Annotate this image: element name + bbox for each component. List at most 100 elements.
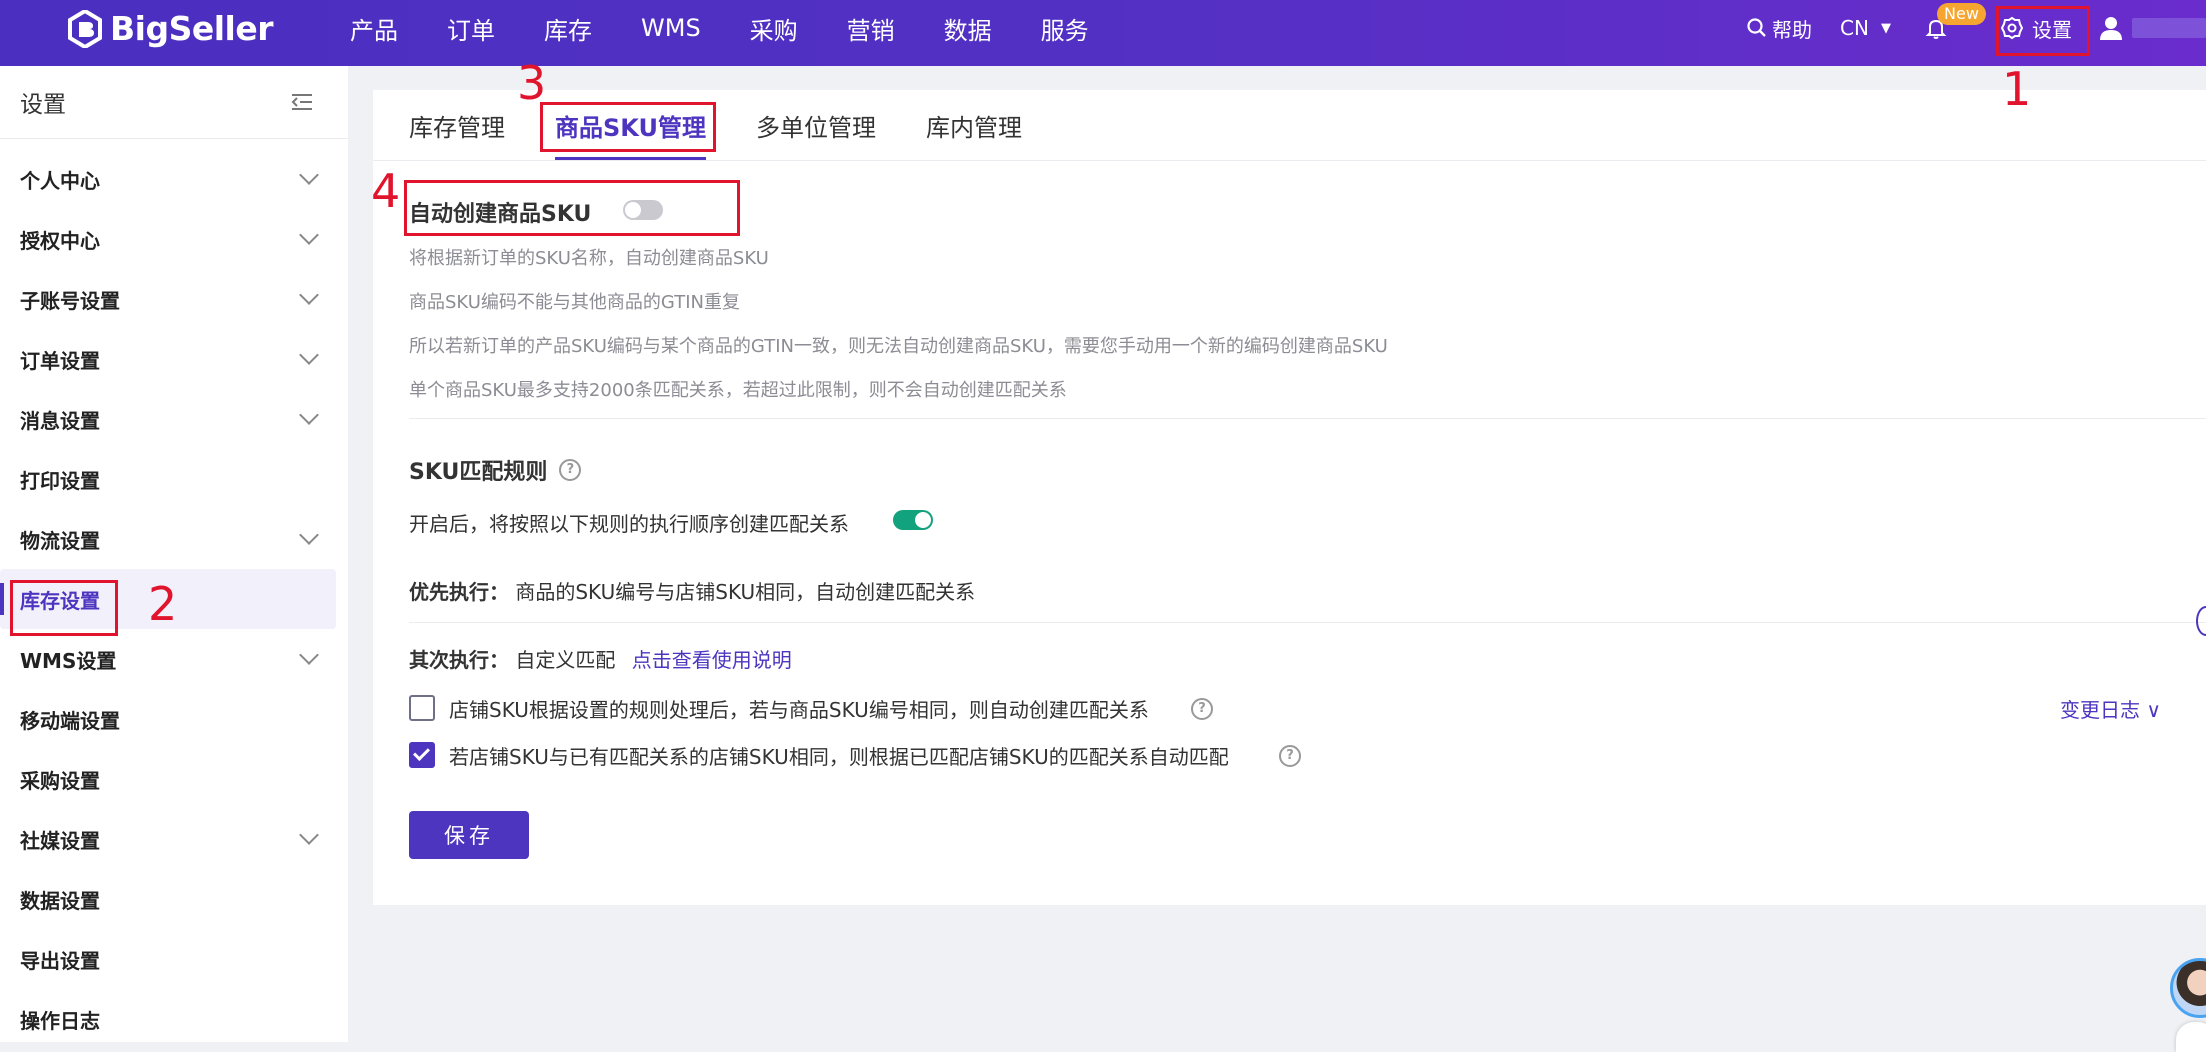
sidebar-item-export-settings[interactable]: 导出设置 (0, 929, 348, 989)
sidebar-item-label: 导出设置 (20, 948, 100, 973)
sidebar-item-social-settings[interactable]: 社媒设置 (0, 809, 348, 869)
support-avatar[interactable] (2170, 958, 2206, 1018)
chat-widget[interactable] (2176, 1022, 2206, 1052)
sidebar-item-personal-center[interactable]: 个人中心 (0, 149, 348, 209)
auto-create-desc-3: 所以若新订单的产品SKU编码与某个商品的GTIN一致，则无法自动创建商品SKU，… (409, 336, 1388, 357)
bigseller-logo-icon (68, 9, 102, 48)
annotation-box-1 (1996, 6, 2090, 56)
help-circle-icon[interactable]: ? (1279, 745, 1301, 767)
sidebar-item-label: 订单设置 (20, 348, 100, 373)
changelog-label: 变更日志 (2060, 698, 2140, 722)
sidebar-item-label: 采购设置 (20, 768, 100, 793)
sidebar-item-logistics-settings[interactable]: 物流设置 (0, 509, 348, 569)
brand-name: BigSeller (110, 9, 274, 48)
chevron-down-icon (299, 345, 319, 365)
match-rules-enable-text: 开启后，将按照以下规则的执行顺序创建匹配关系 (409, 512, 849, 536)
sidebar-item-sub-accounts[interactable]: 子账号设置 (0, 269, 348, 329)
settings-sidebar: 设置 个人中心 授权中心 子账号设置 订单设置 消息设置 打印设置 物流设置 库… (0, 66, 348, 1042)
chevron-down-icon (299, 285, 319, 305)
rule-option-checkbox-1[interactable] (409, 695, 435, 721)
annotation-number-1: 1 (2002, 62, 2032, 116)
sidebar-item-operation-log[interactable]: 操作日志 (0, 989, 348, 1049)
sidebar-item-data-settings[interactable]: 数据设置 (0, 869, 348, 929)
help-circle-icon[interactable]: ? (1191, 698, 1213, 720)
sidebar-header: 设置 (0, 66, 348, 139)
sku-match-rules-header: SKU匹配规则 ? (409, 454, 582, 486)
sidebar-item-mobile-settings[interactable]: 移动端设置 (0, 689, 348, 749)
priority-rule-row: 优先执行： 商品的SKU编号与店铺SKU相同，自动创建匹配关系 (409, 576, 975, 605)
match-rules-toggle[interactable] (893, 510, 933, 530)
nav-item-inventory[interactable]: 库存 (544, 11, 592, 46)
help-label: 帮助 (1772, 17, 1812, 42)
rule-option-label-2: 若店铺SKU与已有匹配关系的店铺SKU相同，则根据已匹配店铺SKU的匹配关系自动… (449, 745, 1229, 769)
auto-create-desc-2: 商品SKU编码不能与其他商品的GTIN重复 (409, 292, 740, 313)
priority-label: 优先执行： (409, 580, 509, 604)
tab-inventory-management[interactable]: 库存管理 (409, 90, 505, 160)
user-menu[interactable] (2098, 0, 2124, 56)
nav-item-purchase[interactable]: 采购 (750, 11, 798, 46)
changelog-link[interactable]: 变更日志 ∨ (2060, 694, 2161, 723)
chevron-down-icon (299, 825, 319, 845)
tabs-divider (373, 160, 2206, 161)
rule-option-checkbox-2[interactable] (409, 742, 435, 768)
help-circle-icon[interactable]: ? (559, 459, 582, 481)
language-value: CN (1840, 16, 1869, 40)
sidebar-item-label: 消息设置 (20, 408, 100, 433)
sidebar-item-label: 子账号设置 (20, 288, 120, 313)
secondary-text: 自定义匹配 (515, 648, 616, 672)
auto-create-desc-1: 将根据新订单的SKU名称，自动创建商品SKU (409, 248, 769, 269)
user-name-redacted (2132, 18, 2206, 38)
collapse-menu-icon[interactable] (290, 92, 314, 112)
sidebar-item-message-settings[interactable]: 消息设置 (0, 389, 348, 449)
save-button[interactable]: 保存 (409, 811, 529, 859)
auto-create-desc-4: 单个商品SKU最多支持2000条匹配关系，若超过此限制，则不会自动创建匹配关系 (409, 380, 1067, 401)
sidebar-title: 设置 (20, 92, 66, 118)
chevron-down-icon (299, 165, 319, 185)
rule-divider (409, 622, 2206, 623)
nav-item-orders[interactable]: 订单 (447, 11, 495, 46)
user-icon (2100, 17, 2122, 40)
annotation-number-4: 4 (371, 164, 401, 218)
nav-item-service[interactable]: 服务 (1041, 11, 1089, 46)
sidebar-item-label: 移动端设置 (20, 708, 120, 733)
nav-item-marketing[interactable]: 营销 (847, 11, 895, 46)
sidebar-item-label: 个人中心 (20, 168, 100, 193)
sidebar-item-label: 社媒设置 (20, 828, 100, 853)
chevron-down-icon (299, 525, 319, 545)
priority-text: 商品的SKU编号与店铺SKU相同，自动创建匹配关系 (515, 580, 976, 604)
help-link[interactable]: 帮助 (1746, 0, 1812, 56)
chevron-down-icon (299, 645, 319, 665)
annotation-number-2: 2 (148, 577, 178, 631)
sidebar-item-order-settings[interactable]: 订单设置 (0, 329, 348, 389)
sidebar-item-wms-settings[interactable]: WMS设置 (0, 629, 348, 689)
sidebar-item-label: 操作日志 (20, 1008, 100, 1033)
main-nav: 产品 订单 库存 WMS 采购 营销 数据 服务 (350, 0, 1138, 56)
section-divider (409, 418, 2206, 419)
sidebar-item-label: 授权中心 (20, 228, 100, 253)
tab-multi-unit-management[interactable]: 多单位管理 (756, 90, 876, 160)
rule-option-label-1: 店铺SKU根据设置的规则处理后，若与商品SKU编号相同，则自动创建匹配关系 (449, 698, 1149, 722)
chevron-down-icon (299, 405, 319, 425)
language-select[interactable]: CN ▼ (1840, 0, 1891, 56)
annotation-box-4 (404, 180, 740, 236)
logo[interactable]: BigSeller (68, 9, 274, 48)
toggle-knob (915, 512, 931, 528)
nav-item-data[interactable]: 数据 (944, 11, 992, 46)
nav-item-products[interactable]: 产品 (350, 11, 398, 46)
caret-down-icon: ▼ (1880, 20, 1891, 36)
new-badge: New (1937, 3, 1986, 25)
usage-guide-link[interactable]: 点击查看使用说明 (632, 648, 792, 672)
sidebar-item-purchase-settings[interactable]: 采购设置 (0, 749, 348, 809)
secondary-rule-row: 其次执行： 自定义匹配 点击查看使用说明 (409, 644, 792, 673)
sidebar-item-print-settings[interactable]: 打印设置 (0, 449, 348, 509)
sidebar-item-label: 物流设置 (20, 528, 100, 553)
sidebar-item-label: 数据设置 (20, 888, 100, 913)
secondary-label: 其次执行： (409, 648, 509, 672)
annotation-box-3 (540, 102, 716, 152)
tab-warehouse-management[interactable]: 库内管理 (926, 90, 1022, 160)
annotation-box-2 (10, 580, 118, 636)
nav-item-wms[interactable]: WMS (641, 14, 701, 42)
sidebar-item-authorization[interactable]: 授权中心 (0, 209, 348, 269)
top-bar: BigSeller 产品 订单 库存 WMS 采购 营销 数据 服务 帮助 CN… (0, 0, 2206, 66)
sku-match-rules-title: SKU匹配规则 (409, 460, 548, 485)
